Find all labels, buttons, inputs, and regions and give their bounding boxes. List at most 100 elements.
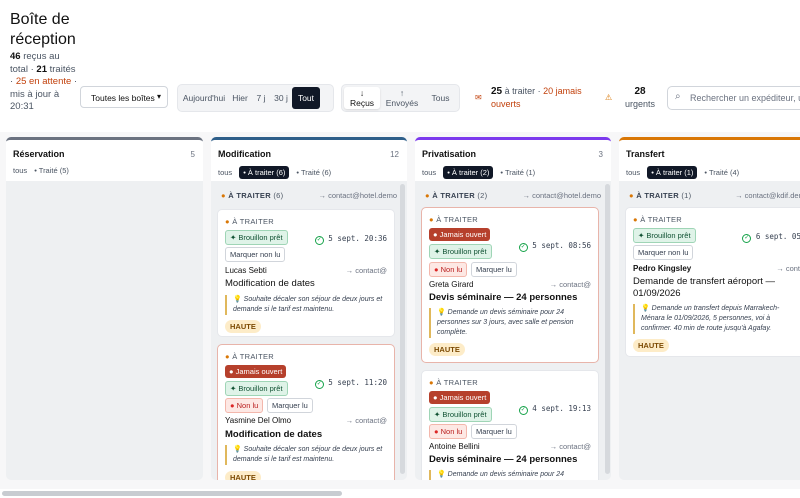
column-scrollbar[interactable] (605, 184, 610, 474)
column-privatisation: Privatisation 3 tous • À traiter (2) • T… (415, 137, 611, 480)
kpi-pending-count: 25 (491, 86, 503, 97)
tab-treated[interactable]: • Traité (5) (34, 166, 69, 175)
column-count: 5 (190, 150, 195, 159)
never-opened-badge: ● Jamais ouvert (429, 391, 491, 404)
card-summary: 💡 Souhaite décaler son séjour de deux jo… (225, 295, 387, 315)
kpi-urgent[interactable]: 28 urgents (614, 85, 666, 110)
tab-all[interactable]: tous (626, 168, 640, 177)
mark-read-button[interactable]: Marquer lu (267, 398, 313, 413)
priority-badge: HAUTE (225, 320, 261, 333)
card-status: ● À TRAITER (429, 215, 478, 224)
column-count: 12 (390, 150, 399, 159)
tab-all[interactable]: tous (13, 166, 27, 175)
status-dot-icon: ● (633, 215, 638, 224)
direction-received[interactable]: ↓ Reçus (344, 87, 380, 109)
tab-treated[interactable]: • Traité (6) (296, 168, 331, 177)
kpi-urgent-label: urgents (624, 99, 656, 109)
date-filter-7d[interactable]: 7 j (252, 87, 270, 109)
column-transfert: Transfert tous • À traiter (1) • Traité … (619, 137, 800, 480)
card-time-value: 4 sept. 19:13 (532, 404, 591, 413)
group-header: ● À TRAITER (2) → contact@hotel.demo (425, 191, 601, 200)
email-card[interactable]: ● À TRAITER ✦ Brouillon prêt Marquer non… (625, 207, 800, 357)
group-count: (2) (477, 191, 488, 200)
card-sender: Yasmine Del Olmo (225, 416, 292, 425)
group-count: (1) (681, 191, 692, 200)
check-circle-icon: ✓ (742, 234, 752, 243)
draft-ready-badge[interactable]: ✦ Brouillon prêt (633, 228, 696, 243)
lightbulb-icon: 💡 (641, 305, 650, 312)
card-status: ● À TRAITER (429, 378, 478, 387)
mark-unread-button[interactable]: Marquer non lu (633, 245, 694, 260)
column-title: Privatisation (422, 149, 477, 159)
group-label: À TRAITER (432, 191, 475, 200)
card-recipient: → contact@ (549, 280, 591, 289)
card-summary-text: Demande un devis séminaire pour 24 perso… (447, 471, 565, 478)
card-status-label: À TRAITER (640, 215, 682, 224)
tab-to-process[interactable]: • À traiter (2) (443, 166, 494, 179)
card-subject: Modification de dates (225, 278, 315, 289)
search-input[interactable]: ⌕ Rechercher un expéditeur, un sujet (667, 86, 800, 110)
draft-ready-badge[interactable]: ✦ Brouillon prêt (225, 381, 288, 396)
column-tabs: tous • À traiter (6) • Traité (6) (218, 166, 331, 179)
card-status-label: À TRAITER (436, 215, 478, 224)
group-count: (6) (273, 191, 284, 200)
toolbar-header: Boîte de réception 46 reçus au total · 2… (0, 0, 800, 132)
group-mailbox: → contact@kdif.demo (735, 191, 800, 200)
draft-ready-badge[interactable]: ✦ Brouillon prêt (225, 230, 288, 245)
column-tabs: tous • Traité (5) (13, 166, 69, 175)
arrow-down-icon: ↓ (359, 88, 365, 98)
mark-unread-button[interactable]: Marquer non lu (225, 247, 286, 262)
column-title: Transfert (626, 149, 665, 159)
card-sender: Pedro Kingsley (633, 264, 692, 273)
email-card[interactable]: ● À TRAITER ● Jamais ouvert ✦ Brouillon … (421, 207, 599, 363)
date-filter-today[interactable]: Aujourd'hui (180, 87, 228, 109)
board-horizontal-scrollbar[interactable] (0, 489, 800, 498)
date-filter-yesterday[interactable]: Hier (228, 87, 252, 109)
mark-read-button[interactable]: Marquer lu (471, 424, 517, 439)
status-dot-icon: ● (434, 427, 439, 436)
group-label: À TRAITER (228, 191, 271, 200)
column-header: Modification 12 tous • À traiter (6) • T… (211, 140, 407, 181)
draft-ready-badge[interactable]: ✦ Brouillon prêt (429, 407, 492, 422)
status-dot-icon: ● (429, 378, 434, 387)
email-card[interactable]: ● À TRAITER ✦ Brouillon prêt Marquer non… (217, 209, 395, 337)
scrollbar-thumb[interactable] (2, 491, 342, 496)
date-filter-all[interactable]: Tout (292, 87, 320, 109)
tab-to-process[interactable]: • À traiter (1) (647, 166, 698, 179)
inbox-stats: 46 reçus au total · 21 traités · 25 en a… (10, 51, 80, 114)
card-sender: Lucas Sebti (225, 266, 267, 275)
column-scrollbar[interactable] (400, 184, 405, 474)
card-sender: Greta Girard (429, 280, 474, 289)
tab-all[interactable]: tous (422, 168, 436, 177)
column-modification: Modification 12 tous • À traiter (6) • T… (211, 137, 407, 480)
card-summary-text: Demande un transfert depuis Marrakech-Mé… (641, 305, 780, 332)
direction-all[interactable]: Tous (424, 87, 457, 109)
status-dot-icon: ● (434, 265, 439, 274)
tab-treated[interactable]: • Traité (4) (704, 168, 739, 177)
kpi-pending[interactable]: 25 à traiter · 20 jamais ouverts (475, 85, 595, 110)
card-status: ● À TRAITER (225, 352, 274, 361)
unread-badge: ● Non lu (225, 398, 264, 413)
email-card[interactable]: ● À TRAITER ● Jamais ouvert ✦ Brouillon … (421, 370, 599, 480)
check-circle-icon: ✓ (314, 236, 324, 245)
card-status-label: À TRAITER (232, 217, 274, 226)
card-time-value: 6 sept. 05:4 (755, 232, 800, 241)
tab-to-process[interactable]: • À traiter (6) (239, 166, 290, 179)
card-time: ✓ 5 sept. 11:20 (314, 378, 387, 389)
tab-all[interactable]: tous (218, 168, 232, 177)
never-opened-badge: ● Jamais ouvert (429, 228, 491, 241)
column-header: Réservation 5 tous • Traité (5) (6, 140, 203, 181)
direction-received-label: Reçus (349, 98, 375, 108)
never-opened-badge: ● Jamais ouvert (225, 365, 287, 378)
date-filter-30d[interactable]: 30 j (270, 87, 292, 109)
tab-treated[interactable]: • Traité (1) (500, 168, 535, 177)
kpi-pending-label: à traiter · (502, 86, 544, 96)
direction-sent[interactable]: ↑ Envoyés (380, 87, 424, 109)
draft-ready-badge[interactable]: ✦ Brouillon prêt (429, 244, 492, 259)
mailbox-select[interactable]: Toutes les boîtes ▾ (80, 86, 168, 108)
card-sender: Antoine Bellini (429, 442, 480, 451)
card-time-value: 5 sept. 08:56 (532, 241, 591, 250)
unread-badge-label: Non lu (440, 265, 463, 274)
email-card[interactable]: ● À TRAITER ● Jamais ouvert ✦ Brouillon … (217, 344, 395, 480)
mark-read-button[interactable]: Marquer lu (471, 262, 517, 277)
